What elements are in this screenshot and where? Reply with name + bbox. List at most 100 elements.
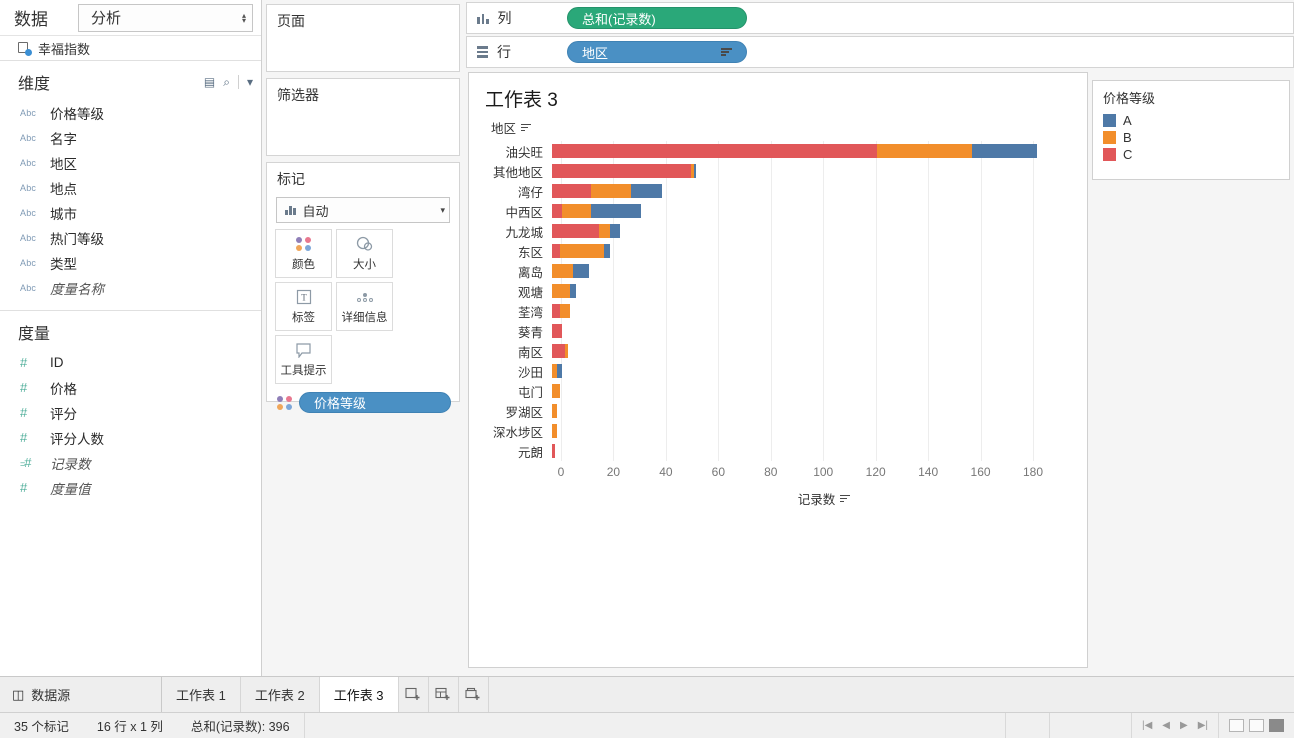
bar-segment[interactable] (559, 244, 605, 258)
bar-segment[interactable] (552, 204, 563, 218)
tab-worksheet-1[interactable]: 工作表 1 (162, 677, 241, 712)
bar-segment[interactable] (552, 284, 571, 298)
bar-row[interactable]: 南区 (469, 341, 1087, 361)
bar-segment[interactable] (552, 144, 878, 158)
sort-descending-icon[interactable] (521, 123, 532, 132)
bar-segment[interactable] (552, 424, 558, 438)
chevron-down-icon[interactable]: ▾ (247, 75, 253, 89)
dimension-item[interactable]: Abc 价格等级 (0, 100, 261, 125)
legend-item[interactable]: A (1093, 112, 1289, 129)
columns-pill[interactable]: 总和(记录数) (567, 7, 747, 29)
bar-row[interactable]: 荃湾 (469, 301, 1087, 321)
bar-segment[interactable] (552, 344, 566, 358)
bar-segment[interactable] (557, 364, 563, 378)
measure-item[interactable]: # 评分人数 (0, 425, 261, 450)
dimension-item[interactable]: Abc 城市 (0, 200, 261, 225)
bar-row[interactable]: 离岛 (469, 261, 1087, 281)
prev-page-icon[interactable]: ◀ (1162, 720, 1170, 731)
tab-worksheet-3[interactable]: 工作表 3 (319, 677, 399, 712)
analysis-dropdown[interactable]: 分析 ▴ ▾ (78, 3, 253, 32)
show-grid-icon[interactable] (1229, 719, 1244, 732)
bar-row[interactable]: 沙田 (469, 361, 1087, 381)
columns-shelf[interactable]: 列 总和(记录数) (466, 2, 1294, 34)
bar-row[interactable]: 中西区 (469, 201, 1087, 221)
bar-segment[interactable] (552, 444, 555, 458)
next-page-icon[interactable]: ▶ (1180, 720, 1188, 731)
bar-segment[interactable] (552, 244, 560, 258)
grid-view-icon[interactable]: ▤ (204, 75, 215, 89)
tab-worksheet-2[interactable]: 工作表 2 (241, 677, 320, 712)
bar-segment[interactable] (591, 184, 631, 198)
tab-datasource[interactable]: ◫ 数据源 (0, 677, 162, 712)
measure-item[interactable]: # ID (0, 350, 261, 375)
measure-item[interactable]: # 评分 (0, 400, 261, 425)
dimension-item[interactable]: Abc 名字 (0, 125, 261, 150)
bar-row[interactable]: 葵青 (469, 321, 1087, 341)
bar-segment[interactable] (877, 144, 972, 158)
show-list-icon[interactable] (1249, 719, 1264, 732)
last-page-icon[interactable]: ▶| (1198, 720, 1208, 731)
pages-card[interactable]: 页面 (266, 4, 460, 72)
bar-segment[interactable] (971, 144, 1038, 158)
dimension-item[interactable]: Abc 度量名称 (0, 275, 261, 300)
bar-row[interactable]: 罗湖区 (469, 401, 1087, 421)
bar-row[interactable]: 元朗 (469, 441, 1087, 461)
bar-segment[interactable] (559, 304, 571, 318)
bar-row[interactable]: 屯门 (469, 381, 1087, 401)
rows-shelf[interactable]: 行 地区 (466, 36, 1294, 68)
show-full-icon[interactable] (1269, 719, 1284, 732)
sort-descending-icon[interactable] (840, 494, 851, 503)
bar-row[interactable]: 观塘 (469, 281, 1087, 301)
dimension-item[interactable]: Abc 类型 (0, 250, 261, 275)
bar-segment[interactable] (552, 264, 573, 278)
datasource-item[interactable]: 幸福指数 (0, 36, 261, 61)
bar-segment[interactable] (552, 184, 592, 198)
bar-segment[interactable] (552, 164, 691, 178)
bar-row[interactable]: 深水埗区 (469, 421, 1087, 441)
measure-item[interactable]: # 记录数 (0, 450, 261, 475)
bar-segment[interactable] (630, 184, 663, 198)
bar-segment[interactable] (565, 344, 568, 358)
bar-segment[interactable] (693, 164, 697, 178)
bar-segment[interactable] (552, 304, 560, 318)
bar-segment[interactable] (552, 404, 558, 418)
legend-item[interactable]: C (1093, 146, 1289, 163)
bar-segment[interactable] (562, 204, 592, 218)
new-story-icon[interactable] (459, 677, 489, 712)
color-button[interactable]: 颜色 (275, 229, 332, 278)
bar-segment[interactable] (552, 324, 563, 338)
search-icon[interactable]: ⌕ (223, 75, 230, 90)
bar-segment[interactable] (599, 224, 610, 238)
mark-type-dropdown[interactable]: 自动 ▾ (276, 197, 450, 223)
bar-row[interactable]: 东区 (469, 241, 1087, 261)
rows-shelf-body[interactable]: 地区 (563, 41, 1293, 63)
bar-segment[interactable] (552, 384, 560, 398)
rows-pill[interactable]: 地区 (567, 41, 747, 63)
detail-button[interactable]: 详细信息 (336, 282, 393, 331)
bar-row[interactable]: 其他地区 (469, 161, 1087, 181)
bar-segment[interactable] (552, 224, 600, 238)
tooltip-button[interactable]: 工具提示 (275, 335, 332, 384)
bar-row[interactable]: 九龙城 (469, 221, 1087, 241)
first-page-icon[interactable]: |◀ (1142, 720, 1152, 731)
view-mode-controls[interactable] (1218, 713, 1294, 738)
dimension-item[interactable]: Abc 地区 (0, 150, 261, 175)
label-button[interactable]: T 标签 (275, 282, 332, 331)
measure-item[interactable]: # 度量值 (0, 475, 261, 500)
bar-row[interactable]: 油尖旺 (469, 141, 1087, 161)
columns-shelf-body[interactable]: 总和(记录数) (563, 7, 1293, 29)
bar-segment[interactable] (591, 204, 642, 218)
bar-row[interactable]: 湾仔 (469, 181, 1087, 201)
filters-card[interactable]: 筛选器 (266, 78, 460, 156)
dimension-item[interactable]: Abc 热门等级 (0, 225, 261, 250)
dimension-item[interactable]: Abc 地点 (0, 175, 261, 200)
legend-item[interactable]: B (1093, 129, 1289, 146)
new-worksheet-icon[interactable] (399, 677, 429, 712)
page-nav-controls[interactable]: |◀ ◀ ▶ ▶| (1131, 713, 1218, 738)
bar-segment[interactable] (570, 284, 576, 298)
new-dashboard-icon[interactable] (429, 677, 459, 712)
bar-segment[interactable] (572, 264, 589, 278)
color-encoding-pill[interactable]: 价格等级 (299, 392, 451, 413)
bar-segment[interactable] (609, 224, 621, 238)
measure-item[interactable]: # 价格 (0, 375, 261, 400)
